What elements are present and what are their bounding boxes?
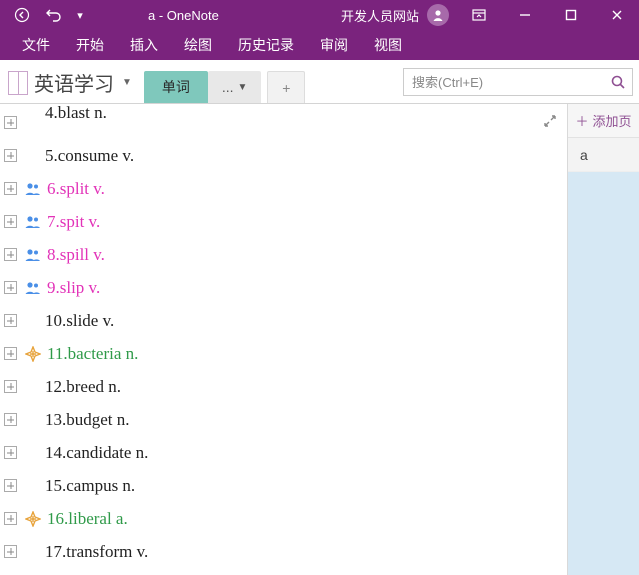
note-line[interactable]: 10.slide v.: [0, 304, 567, 337]
note-line[interactable]: 4.blast n.: [0, 106, 567, 139]
note-line[interactable]: 8.spill v.: [0, 238, 567, 271]
note-line[interactable]: 12.breed n.: [0, 370, 567, 403]
people-tag-icon: [23, 248, 43, 262]
note-line-text[interactable]: 4.blast n.: [23, 104, 107, 123]
note-line-text[interactable]: 6.split v.: [47, 179, 105, 199]
outline-expand-toggle[interactable]: [4, 182, 17, 195]
user-avatar-icon[interactable]: [427, 4, 449, 26]
add-page-label: 添加页: [593, 111, 632, 130]
dev-site-link[interactable]: 开发人员网站: [341, 6, 419, 25]
outline-expand-toggle[interactable]: [4, 413, 17, 426]
outline-expand-toggle[interactable]: [4, 116, 17, 129]
outline-expand-toggle[interactable]: [4, 281, 17, 294]
title-bar: ▾ a - OneNote 开发人员网站: [0, 0, 639, 30]
menu-view[interactable]: 视图: [364, 31, 412, 59]
outline-expand-toggle[interactable]: [4, 512, 17, 525]
quick-access-more[interactable]: ▾: [72, 1, 88, 29]
note-line-text[interactable]: 10.slide v.: [23, 311, 114, 331]
window-title: a - OneNote: [148, 8, 219, 23]
people-tag-icon: [23, 182, 43, 196]
note-line[interactable]: 5.consume v.: [0, 139, 567, 172]
note-line[interactable]: 14.candidate n.: [0, 436, 567, 469]
note-line[interactable]: 9.slip v.: [0, 271, 567, 304]
minimize-button[interactable]: [503, 0, 547, 30]
undo-button[interactable]: [40, 1, 68, 29]
maximize-button[interactable]: [549, 0, 593, 30]
page-panel-empty: [568, 172, 639, 575]
back-button[interactable]: [8, 1, 36, 29]
search-input[interactable]: [404, 75, 604, 90]
outline-expand-toggle[interactable]: [4, 545, 17, 558]
menu-insert[interactable]: 插入: [120, 31, 168, 59]
note-line[interactable]: 16.liberal a.: [0, 502, 567, 535]
page-item[interactable]: a: [568, 138, 639, 172]
note-line-text[interactable]: 9.slip v.: [47, 278, 100, 298]
chevron-down-icon: ▼: [122, 77, 132, 88]
star-tag-icon: [23, 511, 43, 527]
menu-home[interactable]: 开始: [66, 31, 114, 59]
section-header: 英语学习 ▼ 单词 ... ▼ +: [0, 60, 639, 104]
note-line[interactable]: 15.campus n.: [0, 469, 567, 502]
notebook-selector[interactable]: 英语学习 ▼: [0, 68, 140, 103]
note-line[interactable]: 17.transform v.: [0, 535, 567, 568]
notebook-name: 英语学习: [34, 68, 114, 97]
menu-bar: 文件 开始 插入 绘图 历史记录 审阅 视图: [0, 30, 639, 60]
outline-expand-toggle[interactable]: [4, 149, 17, 162]
plus-icon: ＋: [575, 111, 588, 130]
note-line-text[interactable]: 15.campus n.: [23, 476, 135, 496]
menu-history[interactable]: 历史记录: [228, 31, 304, 59]
menu-file[interactable]: 文件: [12, 31, 60, 59]
close-button[interactable]: [595, 0, 639, 30]
ribbon-toggle-button[interactable]: [457, 0, 501, 30]
star-tag-icon: [23, 346, 43, 362]
outline-expand-toggle[interactable]: [4, 215, 17, 228]
note-line-text[interactable]: 17.transform v.: [23, 542, 148, 562]
note-content[interactable]: 4.blast n. 5.consume v. 6.split v. 7.spit v…: [0, 104, 567, 575]
notebook-icon: [8, 71, 28, 95]
outline-expand-toggle[interactable]: [4, 479, 17, 492]
note-line[interactable]: 6.split v.: [0, 172, 567, 205]
outline-expand-toggle[interactable]: [4, 347, 17, 360]
people-tag-icon: [23, 215, 43, 229]
menu-review[interactable]: 审阅: [310, 31, 358, 59]
note-line-text[interactable]: 16.liberal a.: [47, 509, 128, 529]
outline-expand-toggle[interactable]: [4, 314, 17, 327]
search-icon[interactable]: [604, 74, 632, 90]
page-panel: ＋ 添加页 a: [567, 104, 639, 575]
section-tab-more[interactable]: ... ▼: [208, 71, 261, 103]
outline-expand-toggle[interactable]: [4, 446, 17, 459]
note-line[interactable]: 11.bacteria n.: [0, 337, 567, 370]
menu-draw[interactable]: 绘图: [174, 31, 222, 59]
note-line-text[interactable]: 7.spit v.: [47, 212, 100, 232]
search-box[interactable]: [403, 68, 633, 96]
note-line-text[interactable]: 8.spill v.: [47, 245, 105, 265]
note-line-text[interactable]: 14.candidate n.: [23, 443, 148, 463]
note-line-text[interactable]: 11.bacteria n.: [47, 344, 138, 364]
note-line-text[interactable]: 13.budget n.: [23, 410, 130, 430]
people-tag-icon: [23, 281, 43, 295]
note-line[interactable]: 7.spit v.: [0, 205, 567, 238]
section-add-button[interactable]: +: [267, 71, 305, 103]
note-line[interactable]: 13.budget n.: [0, 403, 567, 436]
note-line-text[interactable]: 12.breed n.: [23, 377, 121, 397]
outline-expand-toggle[interactable]: [4, 380, 17, 393]
add-page-button[interactable]: ＋ 添加页: [568, 104, 639, 138]
section-tab-active[interactable]: 单词: [144, 71, 208, 103]
note-line-text[interactable]: 5.consume v.: [23, 146, 134, 166]
outline-expand-toggle[interactable]: [4, 248, 17, 261]
expand-icon[interactable]: [543, 114, 557, 133]
